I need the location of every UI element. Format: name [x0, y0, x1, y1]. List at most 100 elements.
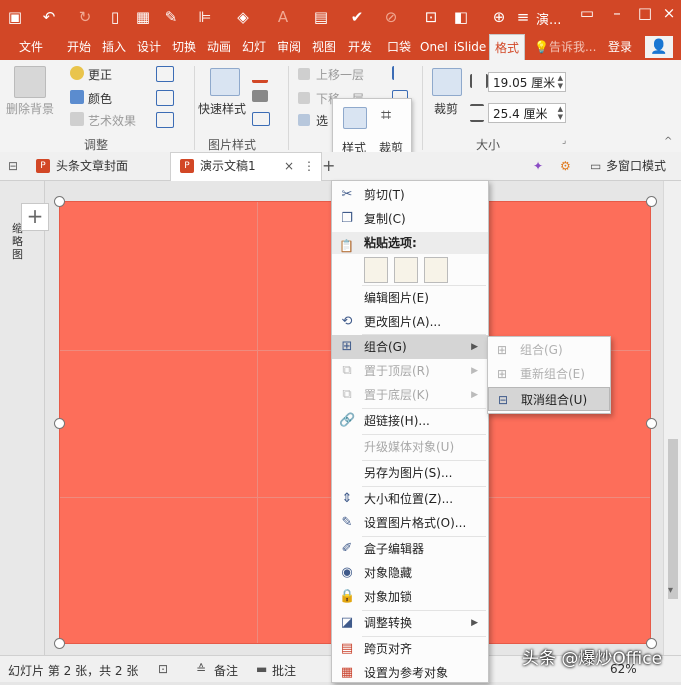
tab-onekey[interactable]: OneI	[417, 34, 451, 60]
submenu-item-regroup[interactable]: ⊞ 重新组合(E)	[488, 362, 610, 386]
submenu-item-ungroup[interactable]: ⊟ 取消组合(U)	[488, 387, 610, 411]
resize-handle[interactable]	[54, 418, 65, 429]
tab-more-icon[interactable]: ⋮	[303, 152, 315, 180]
resize-handle[interactable]	[646, 196, 657, 207]
redo-icon[interactable]: ↻	[74, 6, 96, 28]
menu-item-cut[interactable]: ✂ 剪切(T)	[332, 183, 488, 207]
menu-item-lock-object[interactable]: 🔒 对象加锁	[332, 585, 488, 609]
paste-keep-formatting-icon[interactable]	[364, 257, 388, 283]
tab-developer[interactable]: 开发	[342, 34, 378, 60]
picture-border-icon[interactable]	[252, 68, 268, 83]
menu-item-hyperlink[interactable]: 🔗 超链接(H)...	[332, 409, 488, 433]
artistic-effects-button[interactable]: 艺术效果	[88, 112, 136, 129]
reset-picture-icon[interactable]	[156, 112, 174, 128]
tab-slideshow[interactable]: 幻灯	[237, 34, 271, 60]
clipboard-icon[interactable]: ▤	[310, 6, 332, 28]
picture-effects-icon[interactable]	[252, 90, 268, 102]
comments-button[interactable]: 批注	[272, 662, 296, 679]
tab-menu-icon[interactable]: ⊟	[8, 152, 20, 180]
change-picture-icon[interactable]	[156, 90, 174, 106]
doc-tab-presentation1[interactable]: 演示文稿1	[200, 152, 256, 180]
magic-icon[interactable]: ✦	[533, 152, 543, 180]
align-objects-icon[interactable]	[392, 66, 408, 80]
maximize-icon[interactable]: □	[634, 2, 656, 24]
settings-gear-icon[interactable]: ⚙	[560, 152, 571, 180]
share-user-icon[interactable]: 👤	[645, 36, 673, 58]
multi-window-button[interactable]: 多窗口模式	[606, 152, 666, 180]
tell-me-search[interactable]: 💡告诉我...	[534, 34, 596, 60]
remove-background-button[interactable]: 删除背景	[6, 100, 54, 117]
paste-picture-format-icon[interactable]	[394, 257, 418, 283]
submenu-item-group[interactable]: ⊞ 组合(G)	[488, 338, 610, 362]
tab-insert[interactable]: 插入	[97, 34, 131, 60]
shape-icon[interactable]: ⊘	[380, 6, 402, 28]
spin-arrows-icon[interactable]: ▲ ▼	[558, 74, 563, 90]
quick-styles-button[interactable]: 快速样式	[198, 100, 246, 117]
menu-item-change-picture[interactable]: ⟲ 更改图片(A)...	[332, 310, 488, 334]
tab-view[interactable]: 视图	[307, 34, 341, 60]
bring-forward-button[interactable]: 上移一层	[316, 66, 364, 83]
tab-home[interactable]: 开始	[62, 34, 96, 60]
menu-item-group[interactable]: ⊞ 组合(G) ▶	[332, 335, 488, 359]
menu-item-format-picture[interactable]: ✎ 设置图片格式(O)...	[332, 511, 488, 535]
new-tab-icon[interactable]: +	[322, 152, 335, 180]
color-button[interactable]: 颜色	[88, 90, 112, 107]
vertical-scrollbar[interactable]: ▾	[663, 181, 681, 655]
popup-crop-icon[interactable]: ⌗	[381, 105, 391, 126]
tab-transitions[interactable]: 切换	[167, 34, 201, 60]
size-dialog-launcher-icon[interactable]: ⌟	[562, 136, 566, 146]
tab-review[interactable]: 审阅	[272, 34, 306, 60]
menu-item-size-position[interactable]: ⇕ 大小和位置(Z)...	[332, 487, 488, 511]
crop-button[interactable]: 裁剪	[434, 100, 458, 117]
menu-item-box-editor[interactable]: ✐ 盒子编辑器	[332, 537, 488, 561]
menu-item-send-to-back[interactable]: ⧉ 置于底层(K) ▶	[332, 383, 488, 407]
font-color-icon[interactable]: A	[272, 6, 294, 28]
new-file-icon[interactable]: ▯	[104, 6, 126, 28]
theme-color-icon[interactable]: ◧	[450, 6, 472, 28]
format-painter-icon[interactable]: ✔	[346, 6, 368, 28]
tab-format[interactable]: 格式	[489, 34, 525, 62]
tab-islide[interactable]: iSlide	[452, 34, 488, 60]
resize-handle[interactable]	[54, 638, 65, 649]
paste-as-picture-icon[interactable]	[424, 257, 448, 283]
tab-file[interactable]: 文件	[10, 34, 52, 60]
more-icon[interactable]: ≡	[512, 6, 534, 28]
selection-pane-button[interactable]: 选	[316, 112, 328, 129]
tab-animations[interactable]: 动画	[202, 34, 236, 60]
eyedropper-icon[interactable]: ✎	[160, 6, 182, 28]
menu-item-set-reference[interactable]: ▦ 设置为参考对象	[332, 661, 488, 685]
menu-item-edit-picture[interactable]: 编辑图片(E)	[332, 286, 488, 310]
menu-item-bring-to-front[interactable]: ⧉ 置于顶层(R) ▶	[332, 359, 488, 383]
menu-item-hide-object[interactable]: ◉ 对象隐藏	[332, 561, 488, 585]
menu-item-adjust-convert[interactable]: ◪ 调整转换 ▶	[332, 611, 488, 635]
height-field[interactable]: 19.05 厘米 ▲ ▼	[488, 72, 566, 92]
picture-layout-icon[interactable]	[252, 112, 270, 126]
doc-tab-cover[interactable]: 头条文章封面	[56, 152, 128, 180]
menu-item-save-as-picture[interactable]: 另存为图片(S)...	[332, 461, 488, 485]
close-icon[interactable]: ×	[658, 2, 680, 24]
ribbon-options-icon[interactable]: ▭	[576, 2, 598, 24]
spellcheck-icon[interactable]: ⊡	[158, 662, 168, 676]
save-icon[interactable]: ▣	[4, 6, 26, 28]
resize-handle[interactable]	[646, 418, 657, 429]
width-field[interactable]: 25.4 厘米 ▲ ▼	[488, 103, 566, 123]
notes-button[interactable]: 备注	[214, 662, 238, 679]
spin-arrows-icon[interactable]: ▲ ▼	[558, 105, 563, 121]
undo-icon[interactable]: ↶	[38, 6, 60, 28]
menu-item-cross-page-align[interactable]: ▤ 跨页对齐	[332, 637, 488, 661]
menu-item-copy[interactable]: ❐ 复制(C)	[332, 207, 488, 231]
collapse-ribbon-icon[interactable]: ^	[664, 136, 672, 147]
scroll-down-icon[interactable]: ▾	[668, 585, 673, 596]
tab-design[interactable]: 设计	[132, 34, 166, 60]
minimize-icon[interactable]: –	[606, 2, 628, 24]
close-tab-icon[interactable]: ×	[284, 152, 294, 180]
compress-icon[interactable]	[156, 66, 174, 82]
scrollbar-thumb[interactable]	[668, 439, 678, 599]
resize-handle[interactable]	[54, 196, 65, 207]
menu-item-upgrade-media[interactable]: 升级媒体对象(U)	[332, 435, 488, 459]
login-button[interactable]: 登录	[608, 34, 632, 60]
distribute-icon[interactable]: ⊕	[488, 6, 510, 28]
corrections-button[interactable]: 更正	[88, 66, 112, 83]
align-icon[interactable]: ⊫	[194, 6, 216, 28]
grid-icon[interactable]: ▦	[132, 6, 154, 28]
